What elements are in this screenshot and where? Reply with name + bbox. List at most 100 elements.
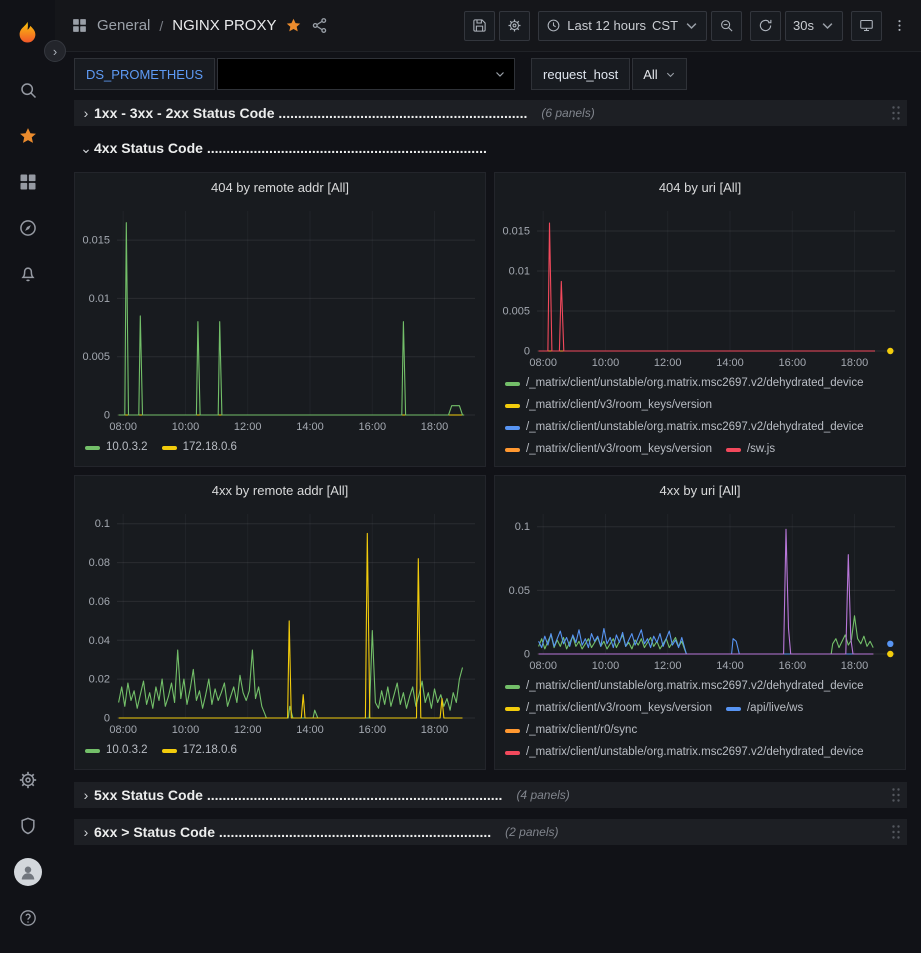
- svg-text:0.05: 0.05: [509, 585, 530, 597]
- legend-item[interactable]: 172.18.0.6: [162, 741, 237, 760]
- variable-label-ds-prometheus[interactable]: DS_PROMETHEUS: [74, 58, 215, 90]
- breadcrumb-section[interactable]: General: [97, 17, 150, 34]
- chart-svg: 00.0050.010.01508:0010:0012:0014:0016:00…: [495, 203, 905, 371]
- dashboard-settings-button[interactable]: [499, 11, 530, 41]
- sidebar-item-search[interactable]: [8, 70, 48, 110]
- legend-item[interactable]: /_matrix/client/unstable/org.matrix.msc2…: [505, 677, 864, 696]
- variable-value-request-host[interactable]: All: [632, 58, 686, 90]
- legend-swatch: [505, 751, 520, 755]
- panel-404-by-remote-addr: 404 by remote addr [All] 00.0050.010.015…: [74, 172, 486, 467]
- svg-text:10:00: 10:00: [592, 357, 620, 369]
- dashboard-title[interactable]: NGINX PROXY: [172, 17, 276, 34]
- legend-item[interactable]: 172.18.0.6: [162, 438, 237, 457]
- row-header-6xx[interactable]: › 6xx > Status Code ....................…: [74, 819, 907, 845]
- panel-title[interactable]: 4xx by uri [All]: [495, 476, 905, 506]
- svg-text:08:00: 08:00: [109, 421, 137, 433]
- sidebar-item-dashboards[interactable]: [8, 162, 48, 202]
- legend-item[interactable]: /sw.js: [726, 440, 775, 459]
- kebab-menu-button[interactable]: [890, 11, 909, 41]
- grafana-logo[interactable]: [8, 13, 48, 53]
- sidebar-item-alerting[interactable]: [8, 254, 48, 294]
- alerting-bell-icon: [18, 264, 38, 284]
- svg-text:0.01: 0.01: [509, 266, 530, 278]
- timeseries-chart[interactable]: 00.050.108:0010:0012:0014:0016:0018:00: [495, 506, 905, 674]
- svg-text:0.005: 0.005: [82, 351, 110, 363]
- legend-item[interactable]: /_matrix/client/unstable/org.matrix.msc2…: [505, 418, 864, 437]
- timeseries-chart[interactable]: 00.0050.010.01508:0010:0012:0014:0016:00…: [495, 203, 905, 371]
- svg-text:08:00: 08:00: [109, 724, 137, 736]
- svg-text:0.04: 0.04: [89, 635, 110, 647]
- zoom-out-icon: [719, 18, 734, 33]
- drag-handle-icon[interactable]: [891, 105, 901, 121]
- sidebar-item-configuration[interactable]: [8, 760, 48, 800]
- grafana-flame-icon: [14, 20, 41, 47]
- svg-text:18:00: 18:00: [841, 357, 869, 369]
- legend-item[interactable]: /_matrix/client/v3/room_keys/version: [505, 396, 712, 415]
- chart-legend: /_matrix/client/unstable/org.matrix.msc2…: [495, 674, 905, 766]
- chart-legend: 10.0.3.2 172.18.0.6: [75, 435, 485, 457]
- row-title: 1xx - 3xx - 2xx Status Code ............…: [94, 105, 527, 121]
- legend-item[interactable]: /_matrix/client/unstable/org.matrix.msc2…: [505, 743, 864, 762]
- legend-item[interactable]: /_matrix/client/v3/room_keys/version: [505, 440, 712, 459]
- refresh-interval-dropdown[interactable]: 30s: [785, 11, 843, 41]
- dashboard-content: DS_PROMETHEUS request_host All › 1xx - 3…: [55, 52, 921, 953]
- zoom-out-time-button[interactable]: [711, 11, 742, 41]
- legend-item[interactable]: /api/live/ws: [726, 699, 803, 718]
- svg-text:10:00: 10:00: [172, 421, 200, 433]
- sidebar-item-starred[interactable]: [8, 116, 48, 156]
- legend-item[interactable]: /_matrix/client/v3/room_keys/version: [505, 699, 712, 718]
- drag-handle-icon[interactable]: [891, 787, 901, 803]
- legend-swatch: [505, 382, 520, 386]
- timeseries-chart[interactable]: 00.020.040.060.080.108:0010:0012:0014:00…: [75, 506, 485, 738]
- sidebar-item-help[interactable]: [8, 898, 48, 938]
- panel-404-by-uri: 404 by uri [All] 00.0050.010.01508:0010:…: [494, 172, 906, 467]
- svg-text:18:00: 18:00: [421, 421, 449, 433]
- legend-swatch: [85, 446, 100, 450]
- favorite-star-icon[interactable]: [285, 17, 302, 34]
- svg-text:14:00: 14:00: [716, 660, 744, 672]
- svg-text:12:00: 12:00: [654, 357, 682, 369]
- svg-text:18:00: 18:00: [841, 660, 869, 672]
- svg-text:10:00: 10:00: [172, 724, 200, 736]
- chevron-down-icon: ⌄: [78, 140, 94, 157]
- explore-compass-icon: [18, 218, 38, 238]
- panel-title[interactable]: 404 by uri [All]: [495, 173, 905, 203]
- legend-swatch: [85, 749, 100, 753]
- sidebar: [0, 0, 55, 953]
- time-range-picker[interactable]: Last 12 hours CST: [538, 11, 707, 41]
- legend-item[interactable]: /_matrix/client/unstable/org.matrix.msc2…: [505, 374, 864, 393]
- legend-swatch: [162, 446, 177, 450]
- expand-sidebar-button[interactable]: ›: [44, 40, 66, 62]
- legend-item[interactable]: 10.0.3.2: [85, 741, 148, 760]
- legend-swatch: [162, 749, 177, 753]
- refresh-dashboard-button[interactable]: [750, 11, 781, 41]
- sidebar-item-profile[interactable]: [8, 852, 48, 892]
- share-icon[interactable]: [311, 17, 328, 34]
- tv-mode-button[interactable]: [851, 11, 882, 41]
- variable-label-request-host[interactable]: request_host: [531, 58, 630, 90]
- svg-text:0.01: 0.01: [89, 293, 110, 305]
- sidebar-item-server-admin[interactable]: [8, 806, 48, 846]
- chart-legend: /_matrix/client/unstable/org.matrix.msc2…: [495, 371, 905, 463]
- save-dashboard-button[interactable]: [464, 11, 495, 41]
- row-header-4xx[interactable]: ⌄ 4xx Status Code ......................…: [74, 136, 907, 160]
- drag-handle-icon[interactable]: [891, 824, 901, 840]
- legend-swatch: [505, 707, 520, 711]
- legend-item[interactable]: /_matrix/client/r0/sync: [505, 721, 637, 740]
- row-header-1xx-3xx-2xx[interactable]: › 1xx - 3xx - 2xx Status Code ..........…: [74, 100, 907, 126]
- svg-text:0.08: 0.08: [89, 557, 110, 569]
- svg-text:0.1: 0.1: [95, 518, 110, 530]
- legend-swatch: [505, 685, 520, 689]
- variable-value-ds-prometheus[interactable]: [217, 58, 515, 90]
- panel-title[interactable]: 404 by remote addr [All]: [75, 173, 485, 203]
- row-title: 6xx > Status Code ......................…: [94, 824, 491, 840]
- save-icon: [472, 18, 487, 33]
- row-header-5xx[interactable]: › 5xx Status Code ......................…: [74, 782, 907, 808]
- panel-title[interactable]: 4xx by remote addr [All]: [75, 476, 485, 506]
- legend-item[interactable]: 10.0.3.2: [85, 438, 148, 457]
- sidebar-item-explore[interactable]: [8, 208, 48, 248]
- svg-text:0: 0: [104, 410, 110, 422]
- timeseries-chart[interactable]: 00.0050.010.01508:0010:0012:0014:0016:00…: [75, 203, 485, 435]
- admin-shield-icon: [18, 816, 38, 836]
- svg-text:0: 0: [524, 649, 530, 661]
